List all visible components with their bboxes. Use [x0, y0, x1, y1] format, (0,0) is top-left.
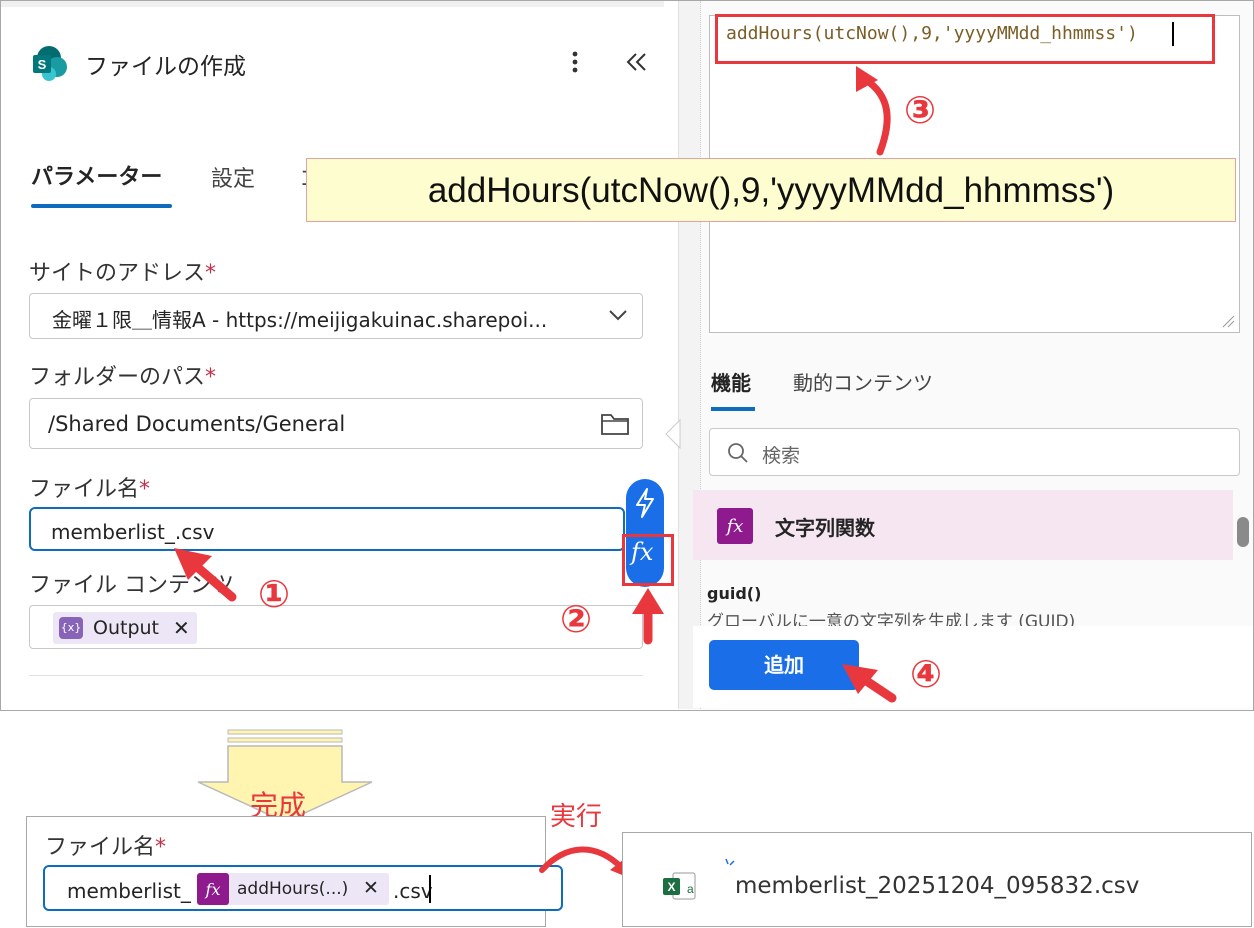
svg-text:X: X [667, 880, 675, 894]
text-cursor [429, 875, 431, 903]
excel-file-icon: a X [663, 872, 696, 900]
result-filename-label: ファイル名* [45, 829, 166, 861]
result-filename-input[interactable]: memberlist_ fx addHours(...) ✕ .csv [43, 865, 563, 911]
token-label: addHours(...) [237, 879, 349, 899]
run-label: 実行 [550, 802, 603, 832]
fx-icon: fx [197, 873, 229, 905]
filename-prefix: memberlist_ [67, 879, 191, 903]
required-mark: * [155, 835, 167, 860]
new-file-sparkle-icon [725, 858, 735, 866]
result-filename-screenshot: ファイル名* memberlist_ fx addHours(...) ✕ .c… [26, 816, 563, 927]
remove-icon[interactable]: ✕ [363, 877, 379, 899]
result-file-screenshot: a X memberlist_20251204_095832.csv [622, 832, 1252, 927]
annotation-arrows [174, 66, 897, 703]
addhours-token[interactable]: fx addHours(...) ✕ [197, 873, 389, 905]
result-filename-label-text: ファイル名 [45, 835, 156, 860]
filename-suffix: .csv [393, 879, 433, 903]
svg-text:a: a [687, 882, 694, 896]
result-filename: memberlist_20251204_095832.csv [735, 873, 1140, 899]
